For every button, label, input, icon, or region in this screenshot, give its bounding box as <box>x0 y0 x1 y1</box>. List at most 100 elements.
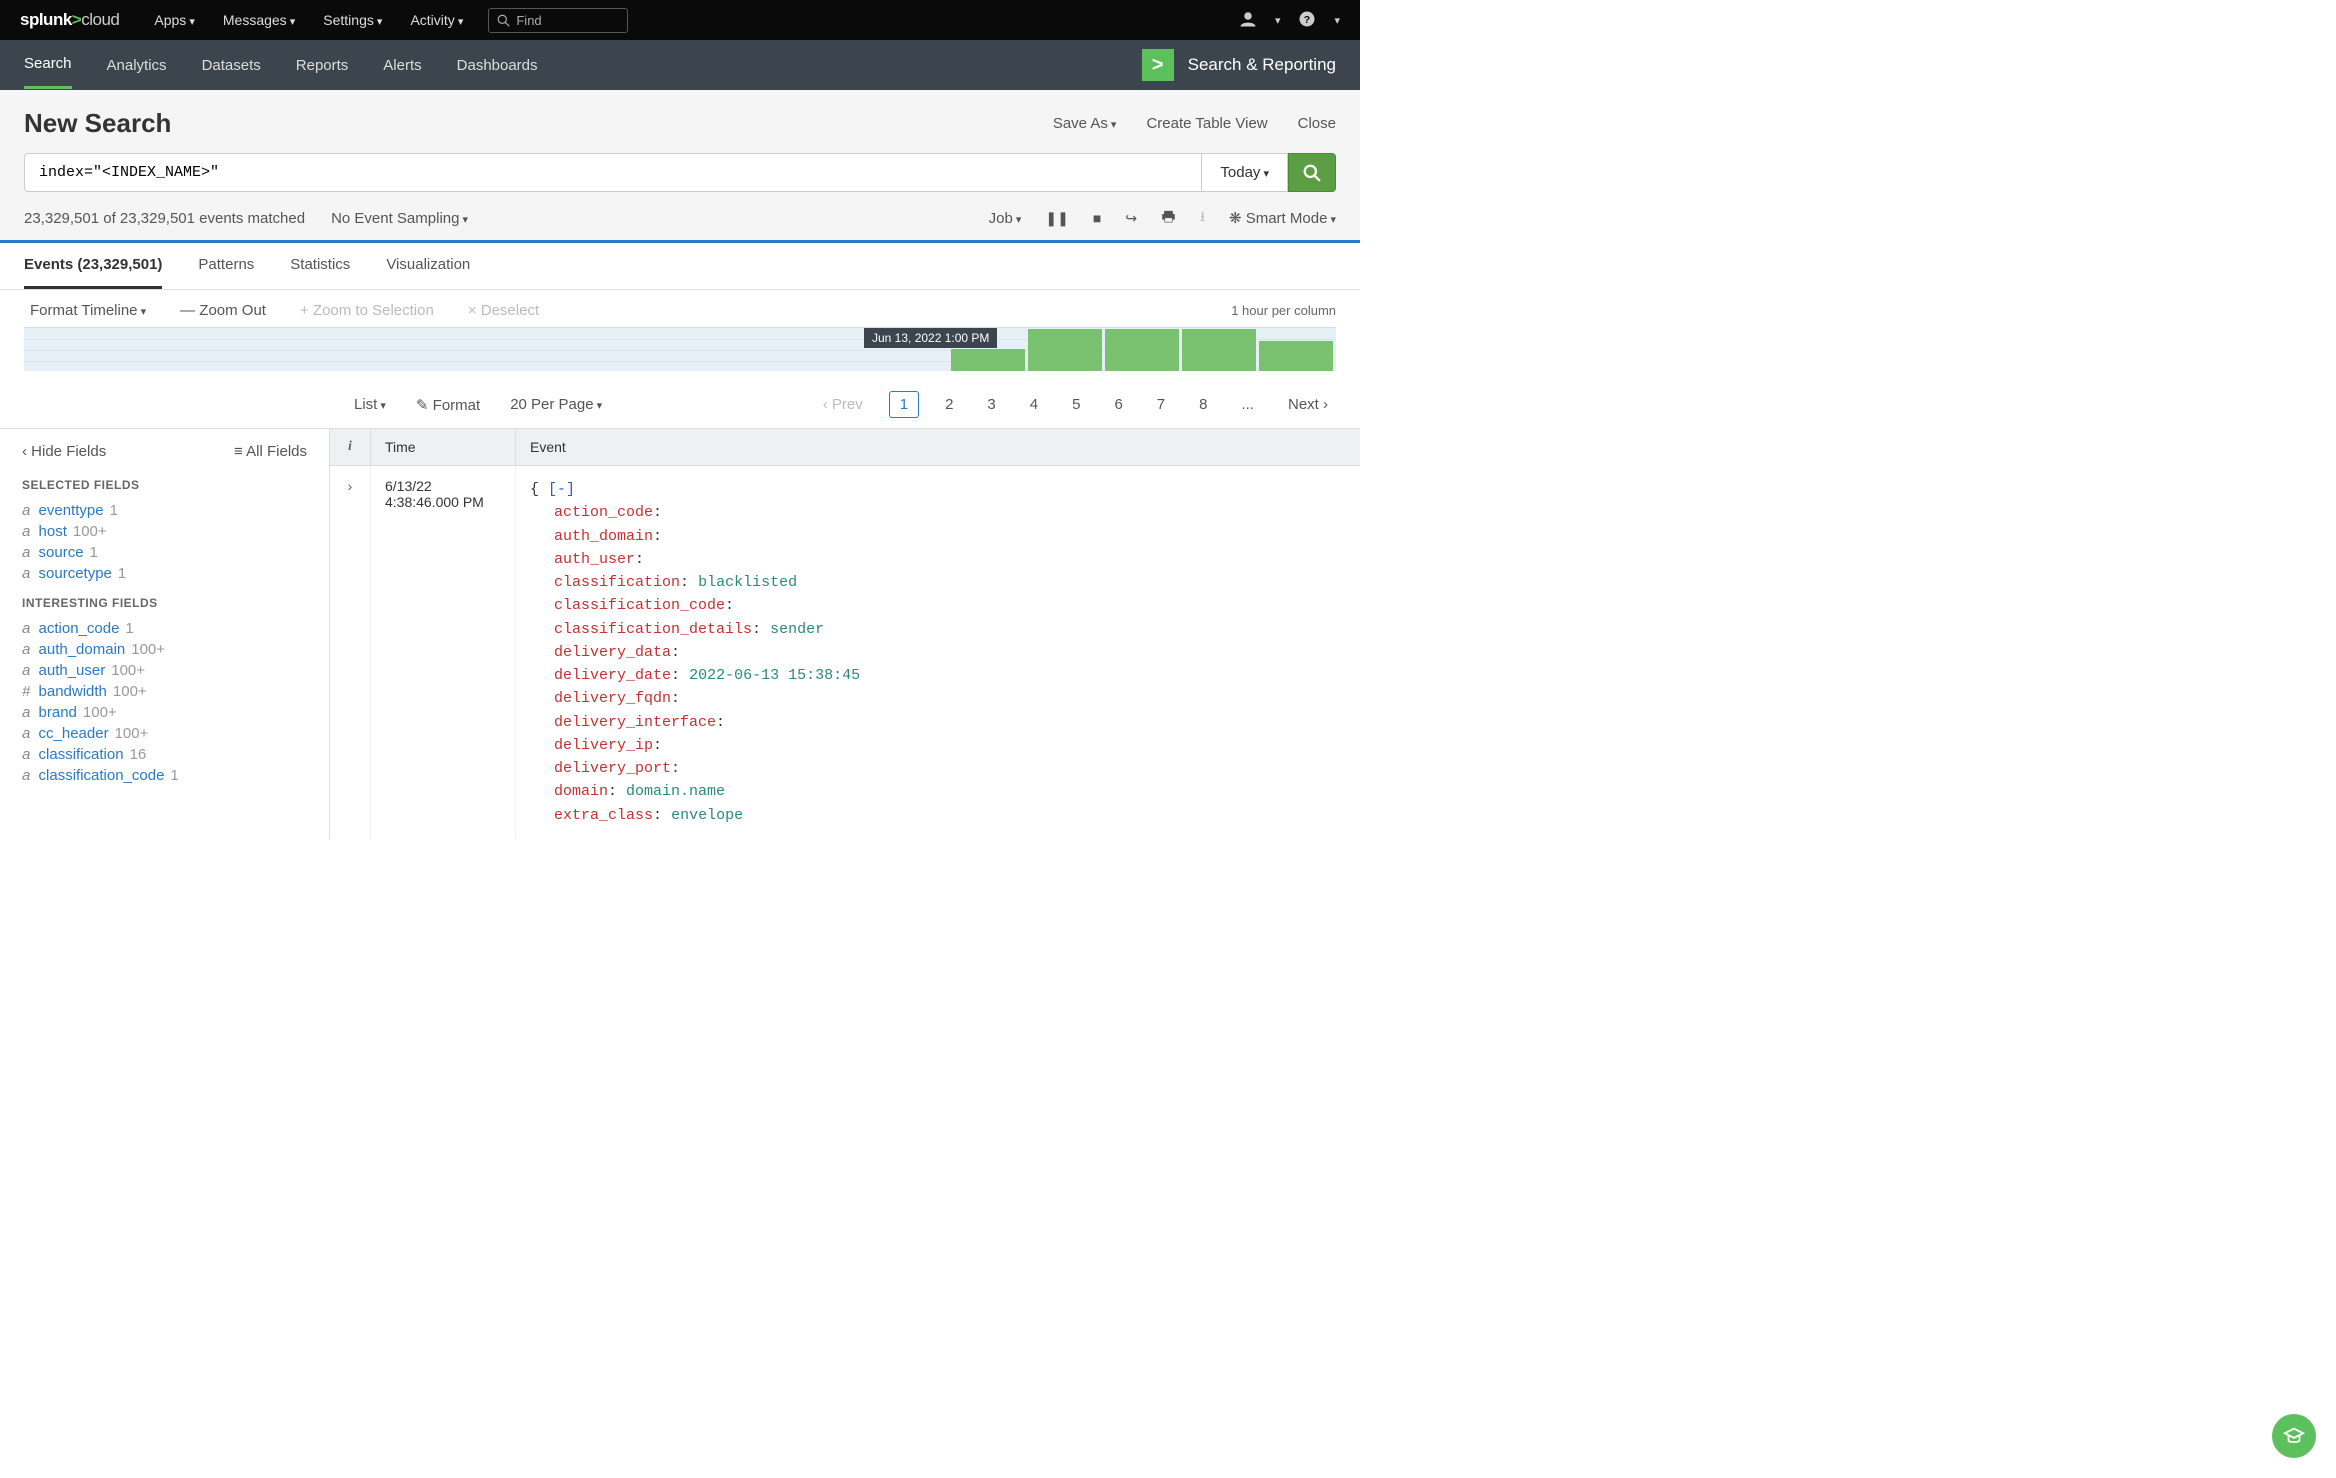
event-column-header[interactable]: Event <box>515 429 1360 465</box>
info-column-header: i <box>330 429 370 465</box>
list-controls: List ✎ Format 20 Per Page ‹ Prev 1 2 3 4… <box>0 381 1360 428</box>
find-box[interactable]: Find <box>488 8 628 33</box>
json-field: action_code: <box>530 501 1346 524</box>
tab-dashboards[interactable]: Dashboards <box>457 43 538 88</box>
app-title: Search & Reporting <box>1188 55 1336 75</box>
hide-fields-button[interactable]: ‹ Hide Fields <box>22 443 106 460</box>
page-7[interactable]: 7 <box>1149 392 1173 417</box>
field-row[interactable]: a eventtype1 <box>22 500 307 521</box>
tab-events[interactable]: Events (23,329,501) <box>24 243 162 289</box>
tab-statistics[interactable]: Statistics <box>290 243 350 289</box>
job-dropdown[interactable]: Job <box>989 210 1022 227</box>
field-row[interactable]: a action_code1 <box>22 618 307 639</box>
help-icon[interactable]: ? <box>1298 10 1316 31</box>
nav-messages[interactable]: Messages <box>223 12 295 28</box>
deselect-button[interactable]: × Deselect <box>468 302 539 319</box>
field-row[interactable]: a brand100+ <box>22 702 307 723</box>
topnav-menu: Apps Messages Settings Activity <box>154 12 463 28</box>
events-area: i Time Event › 6/13/22 4:38:46.000 PM { … <box>330 429 1360 839</box>
json-field: classification: blacklisted <box>530 571 1346 594</box>
page-3[interactable]: 3 <box>979 392 1003 417</box>
json-field: delivery_date: 2022-06-13 15:38:45 <box>530 664 1346 687</box>
close-button[interactable]: Close <box>1298 115 1336 132</box>
field-row[interactable]: a sourcetype1 <box>22 563 307 584</box>
app-nav: Search Analytics Datasets Reports Alerts… <box>0 40 1360 90</box>
nav-settings[interactable]: Settings <box>323 12 382 28</box>
timeline-bar[interactable] <box>1259 341 1333 371</box>
timeline-bar[interactable] <box>1105 329 1179 371</box>
json-collapse-toggle[interactable]: [-] <box>548 481 575 498</box>
list-format-dropdown[interactable]: List <box>354 396 386 413</box>
field-row[interactable]: a host100+ <box>22 521 307 542</box>
page-8[interactable]: 8 <box>1191 392 1215 417</box>
tab-patterns[interactable]: Patterns <box>198 243 254 289</box>
page-5[interactable]: 5 <box>1064 392 1088 417</box>
user-icon[interactable] <box>1239 10 1257 31</box>
timeline-bar[interactable] <box>1182 329 1256 371</box>
prev-page[interactable]: ‹ Prev <box>815 392 871 417</box>
tab-reports[interactable]: Reports <box>296 43 349 88</box>
time-range-picker[interactable]: Today <box>1202 153 1288 192</box>
time-column-header[interactable]: Time <box>370 429 515 465</box>
timeline-tooltip: Jun 13, 2022 1:00 PM <box>864 328 997 348</box>
events-header: i Time Event <box>330 429 1360 466</box>
print-icon[interactable] <box>1161 209 1176 227</box>
events-matched-text: 23,329,501 of 23,329,501 events matched <box>24 210 305 227</box>
page-1[interactable]: 1 <box>889 391 919 418</box>
page-6[interactable]: 6 <box>1106 392 1130 417</box>
save-as-button[interactable]: Save As <box>1053 115 1117 132</box>
page-area: New Search Save As Create Table View Clo… <box>0 90 1360 240</box>
zoom-out-button[interactable]: — Zoom Out <box>180 302 266 319</box>
tab-search[interactable]: Search <box>24 41 72 89</box>
field-row[interactable]: a source1 <box>22 542 307 563</box>
timeline-controls: Format Timeline — Zoom Out + Zoom to Sel… <box>0 290 1360 327</box>
timeline-bar[interactable] <box>951 349 1025 371</box>
download-icon[interactable]: ⭳ <box>1200 206 1205 230</box>
zoom-to-selection-button[interactable]: + Zoom to Selection <box>300 302 434 319</box>
logo-cloud: cloud <box>81 10 119 29</box>
svg-text:?: ? <box>1304 13 1310 25</box>
field-row[interactable]: a auth_domain100+ <box>22 639 307 660</box>
logo-text: splunk <box>20 10 72 29</box>
stop-icon[interactable]: ■ <box>1093 210 1101 226</box>
help-fab[interactable] <box>2272 1414 2316 1458</box>
timeline-bar[interactable] <box>1028 329 1102 371</box>
page-2[interactable]: 2 <box>937 392 961 417</box>
logo[interactable]: splunk>cloud <box>20 10 119 30</box>
event-row: › 6/13/22 4:38:46.000 PM { [-] action_co… <box>330 466 1360 839</box>
interesting-fields-title: INTERESTING FIELDS <box>22 596 307 610</box>
format-button[interactable]: ✎ Format <box>416 396 480 414</box>
field-row[interactable]: a classification16 <box>22 744 307 765</box>
logo-gt: > <box>72 10 81 29</box>
search-input[interactable] <box>24 153 1202 192</box>
expand-row-button[interactable]: › <box>330 466 370 839</box>
tab-visualization[interactable]: Visualization <box>386 243 470 289</box>
pause-icon[interactable]: ❚❚ <box>1045 210 1068 227</box>
field-row[interactable]: a auth_user100+ <box>22 660 307 681</box>
per-page-dropdown[interactable]: 20 Per Page <box>510 396 602 413</box>
format-timeline-dropdown[interactable]: Format Timeline <box>30 302 146 319</box>
share-icon[interactable]: ↪ <box>1125 210 1137 227</box>
create-table-view-button[interactable]: Create Table View <box>1146 115 1267 132</box>
field-row[interactable]: # bandwidth100+ <box>22 681 307 702</box>
tab-datasets[interactable]: Datasets <box>202 43 261 88</box>
field-row[interactable]: a classification_code1 <box>22 765 307 786</box>
help-dropdown-caret[interactable]: ▾ <box>1334 14 1340 27</box>
page-4[interactable]: 4 <box>1022 392 1046 417</box>
nav-activity[interactable]: Activity <box>410 12 463 28</box>
event-sampling-dropdown[interactable]: No Event Sampling <box>331 210 468 227</box>
tab-analytics[interactable]: Analytics <box>107 43 167 88</box>
tab-alerts[interactable]: Alerts <box>383 43 421 88</box>
search-button[interactable] <box>1288 153 1336 192</box>
field-row[interactable]: a cc_header100+ <box>22 723 307 744</box>
user-dropdown-caret[interactable]: ▾ <box>1275 14 1281 27</box>
event-raw[interactable]: { [-] action_code:auth_domain:auth_user:… <box>515 466 1360 839</box>
next-page[interactable]: Next › <box>1280 392 1336 417</box>
nav-apps[interactable]: Apps <box>154 12 195 28</box>
timeline-chart[interactable]: Jun 13, 2022 1:00 PM <box>24 327 1336 371</box>
result-tabs: Events (23,329,501) Patterns Statistics … <box>0 240 1360 290</box>
page-more: ... <box>1233 392 1262 417</box>
all-fields-button[interactable]: ≡ All Fields <box>234 443 307 460</box>
search-mode-dropdown[interactable]: ❋ Smart Mode <box>1229 209 1336 227</box>
topnav-right: ▾ ? ▾ <box>1239 10 1340 31</box>
